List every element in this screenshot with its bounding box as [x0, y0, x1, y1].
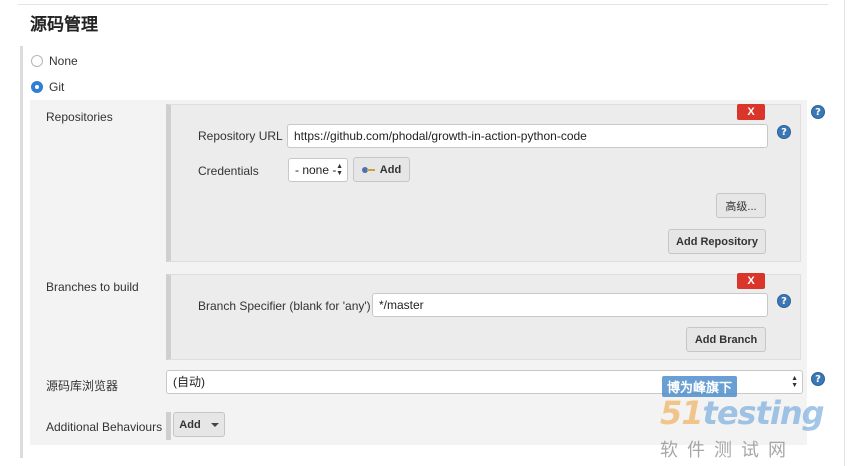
radio-none-label: None [49, 54, 78, 68]
key-icon [361, 166, 376, 174]
branches-label: Branches to build [46, 280, 139, 294]
repository-browser-value: (自动) [173, 375, 205, 389]
add-credentials-button[interactable]: Add [353, 157, 410, 182]
watermark-logo-text: testing [702, 394, 825, 432]
advanced-button[interactable]: 高级... [716, 193, 766, 218]
delete-repository-button[interactable]: X [737, 104, 765, 120]
credentials-select-value: - none - [295, 163, 337, 177]
radio-git-label: Git [49, 80, 65, 94]
repository-browser-label: 源码库浏览器 [46, 379, 119, 393]
watermark: 博为峰旗下 51testing 软件测试网 [656, 374, 836, 461]
watermark-logo-number: 51 [660, 394, 704, 432]
repository-url-help-icon[interactable]: ? [777, 125, 791, 139]
behaviours-divider [166, 412, 171, 440]
repository-url-label: Repository URL [198, 129, 283, 143]
radio-git[interactable] [31, 81, 43, 93]
caret-down-icon [210, 422, 219, 427]
delete-branch-button[interactable]: X [737, 273, 765, 289]
right-divider [844, 0, 845, 466]
scm-option-none[interactable]: None [31, 54, 78, 68]
repositories-help-icon[interactable]: ? [811, 105, 825, 119]
add-behaviour-label: Add [179, 418, 201, 431]
repositories-label: Repositories [46, 110, 113, 124]
watermark-logo: 51testing [660, 394, 825, 432]
additional-behaviours-label: Additional Behaviours [46, 420, 163, 434]
branch-specifier-help-icon[interactable]: ? [777, 294, 791, 308]
radio-none[interactable] [31, 55, 43, 67]
top-divider [18, 4, 828, 5]
add-credentials-label: Add [379, 163, 402, 176]
add-behaviour-button[interactable]: Add [173, 412, 225, 437]
add-branch-button[interactable]: Add Branch [686, 327, 766, 352]
add-repository-button[interactable]: Add Repository [668, 229, 766, 254]
select-arrows-icon: ▲ ▼ [336, 163, 343, 177]
credentials-select[interactable]: - none - ▲ ▼ [288, 158, 348, 182]
branch-specifier-label: Branch Specifier (blank for 'any') [198, 299, 371, 313]
branch-specifier-input[interactable]: */master [372, 293, 768, 317]
watermark-subtitle: 软件测试网 [660, 440, 795, 461]
scm-option-git[interactable]: Git [31, 80, 64, 94]
section-title: 源码管理 [30, 15, 98, 35]
credentials-label: Credentials [198, 164, 259, 178]
repository-url-input[interactable]: https://github.com/phodal/growth-in-acti… [287, 124, 768, 148]
